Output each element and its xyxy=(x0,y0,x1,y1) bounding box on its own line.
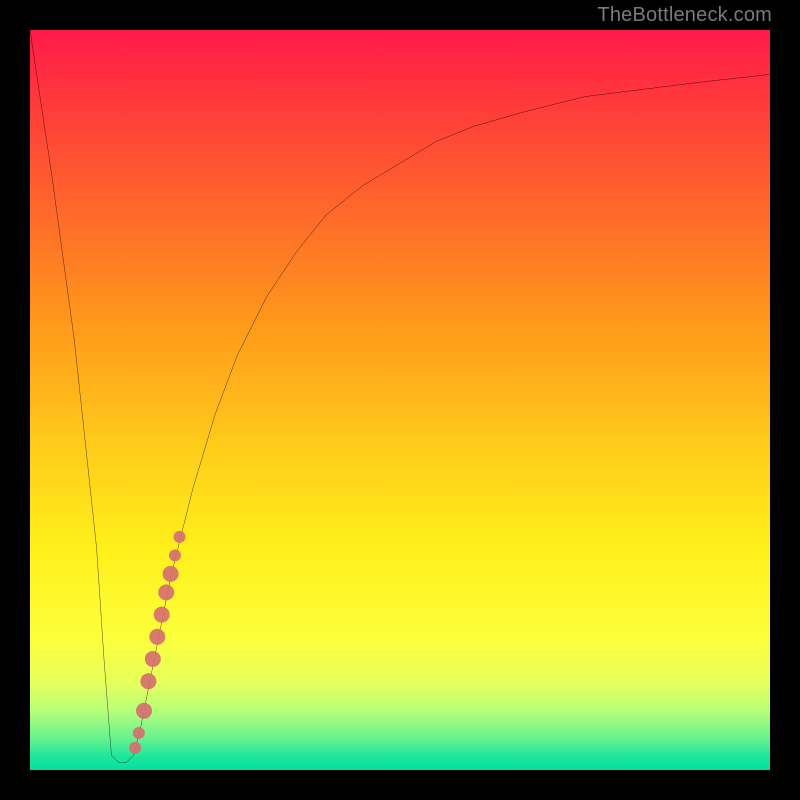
highlight-dot xyxy=(163,566,179,582)
highlight-dot xyxy=(154,607,170,623)
chart-frame: TheBottleneck.com xyxy=(0,0,800,800)
highlight-dot xyxy=(136,703,152,719)
plot-area xyxy=(30,30,770,770)
highlight-dot xyxy=(169,549,181,561)
dots-layer xyxy=(30,30,770,770)
highlight-dot xyxy=(140,673,156,689)
highlight-dots xyxy=(129,531,185,754)
highlight-dot xyxy=(158,584,174,600)
highlight-dot xyxy=(129,742,141,754)
highlight-dot xyxy=(149,629,165,645)
highlight-dot xyxy=(145,651,161,667)
attribution-text: TheBottleneck.com xyxy=(597,4,772,27)
highlight-dot xyxy=(174,531,186,543)
highlight-dot xyxy=(133,727,145,739)
